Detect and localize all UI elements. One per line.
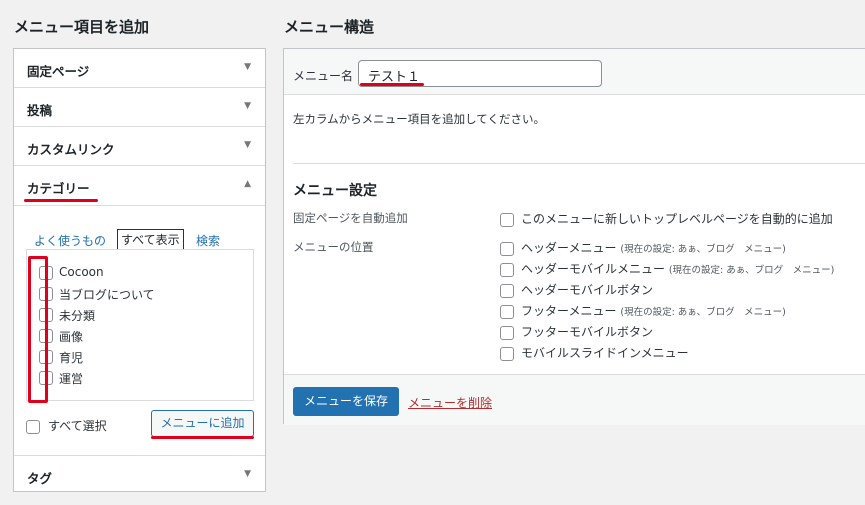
location-checkbox[interactable]: [500, 346, 514, 361]
section-categories[interactable]: カテゴリー ▲: [14, 166, 265, 206]
auto-add-label: 固定ページを自動追加: [293, 211, 408, 225]
location-name: モバイルスライドインメニュー: [521, 346, 689, 360]
auto-add-option[interactable]: このメニューに新しいトップレベルページを自動的に追加: [500, 210, 833, 227]
select-all-label: すべて選択: [48, 419, 107, 433]
highlight-underline: [360, 83, 424, 86]
location-name: ヘッダーモバイルボタン: [521, 283, 654, 297]
select-all-toggle[interactable]: すべて選択: [26, 417, 107, 434]
highlight-underline: [24, 199, 98, 202]
location-option[interactable]: ヘッダーメニュー (現在の設定: あぁ、ブログ メニュー): [500, 239, 786, 256]
menu-name-label: メニュー名: [293, 69, 354, 83]
category-label: 運営: [59, 372, 84, 386]
section-pages[interactable]: 固定ページ ▼: [14, 49, 265, 88]
section-custom-links[interactable]: カスタムリンク ▼: [14, 127, 265, 166]
categories-panel: よく使うもの すべて表示 検索 Cocoon 当ブログについて 未分類 画像 育…: [14, 206, 265, 456]
location-note: (現在の設定: あぁ、ブログ メニュー): [668, 265, 835, 276]
divider: [293, 163, 865, 164]
location-name: フッターメニュー: [521, 304, 617, 318]
select-all-checkbox[interactable]: [26, 419, 40, 434]
auto-add-checkbox[interactable]: [500, 212, 514, 227]
location-option[interactable]: ヘッダーモバイルメニュー (現在の設定: あぁ、ブログ メニュー): [500, 260, 834, 277]
section-posts[interactable]: 投稿 ▼: [14, 88, 265, 127]
location-name: ヘッダーモバイルメニュー: [521, 262, 666, 276]
auto-add-option-label: このメニューに新しいトップレベルページを自動的に追加: [521, 212, 833, 226]
location-note: (現在の設定: あぁ、ブログ メニュー): [620, 307, 786, 318]
category-label: Cocoon: [59, 265, 104, 279]
section-custom-links-label: カスタムリンク: [27, 142, 115, 157]
menu-structure-title: メニュー構造: [284, 18, 375, 36]
triangle-down-icon: ▼: [244, 469, 251, 479]
category-label: 育児: [59, 351, 84, 365]
triangle-down-icon: ▼: [244, 62, 251, 72]
tab-most-used[interactable]: よく使うもの: [34, 232, 106, 249]
location-name: フッターモバイルボタン: [521, 325, 654, 339]
location-option[interactable]: フッターメニュー (現在の設定: あぁ、ブログ メニュー): [500, 302, 786, 319]
instructions-text: 左カラムからメニュー項目を追加してください。: [293, 112, 545, 126]
location-checkbox[interactable]: [500, 262, 514, 277]
add-menu-items-accordion: 固定ページ ▼ 投稿 ▼ カスタムリンク ▼ カテゴリー ▲ よく使うもの すべ…: [13, 48, 266, 492]
tab-search[interactable]: 検索: [196, 232, 220, 249]
location-checkbox[interactable]: [500, 325, 514, 340]
menu-settings-title: メニュー設定: [293, 183, 377, 199]
location-option[interactable]: モバイルスライドインメニュー: [500, 344, 689, 361]
location-note: (現在の設定: あぁ、ブログ メニュー): [620, 244, 786, 255]
location-option[interactable]: ヘッダーモバイルボタン: [500, 281, 653, 298]
menu-structure-panel: メニュー名 テスト１ 左カラムからメニュー項目を追加してください。 メニュー設定…: [283, 48, 865, 425]
triangle-up-icon: ▲: [244, 179, 251, 189]
location-option[interactable]: フッターモバイルボタン: [500, 323, 653, 340]
add-menu-items-title: メニュー項目を追加: [14, 18, 150, 36]
delete-menu-link[interactable]: メニューを削除: [408, 394, 492, 411]
save-menu-button[interactable]: メニューを保存: [293, 387, 399, 416]
triangle-down-icon: ▼: [244, 140, 251, 150]
add-to-menu-button[interactable]: メニューに追加: [151, 410, 254, 437]
menu-actions-bar: メニューを保存 メニューを削除: [284, 374, 865, 425]
category-checklist: Cocoon 当ブログについて 未分類 画像 育児 運営: [26, 249, 254, 401]
section-tags[interactable]: タグ ▼: [14, 456, 265, 495]
highlight-underline: [151, 436, 254, 439]
location-name: ヘッダーメニュー: [521, 241, 617, 255]
section-tags-label: タグ: [27, 471, 53, 486]
highlight-box: [28, 256, 48, 403]
section-pages-label: 固定ページ: [27, 64, 90, 79]
menu-location-label: メニューの位置: [293, 240, 374, 254]
menu-name-row: メニュー名 テスト１: [284, 49, 865, 95]
tab-view-all[interactable]: すべて表示: [117, 229, 184, 250]
section-categories-label: カテゴリー: [27, 181, 90, 196]
location-checkbox[interactable]: [500, 241, 514, 256]
category-label: 画像: [59, 330, 84, 344]
location-checkbox[interactable]: [500, 283, 514, 298]
category-label: 未分類: [59, 309, 96, 323]
location-checkbox[interactable]: [500, 304, 514, 319]
triangle-down-icon: ▼: [244, 101, 251, 111]
category-label: 当ブログについて: [59, 288, 155, 302]
section-posts-label: 投稿: [27, 103, 53, 118]
